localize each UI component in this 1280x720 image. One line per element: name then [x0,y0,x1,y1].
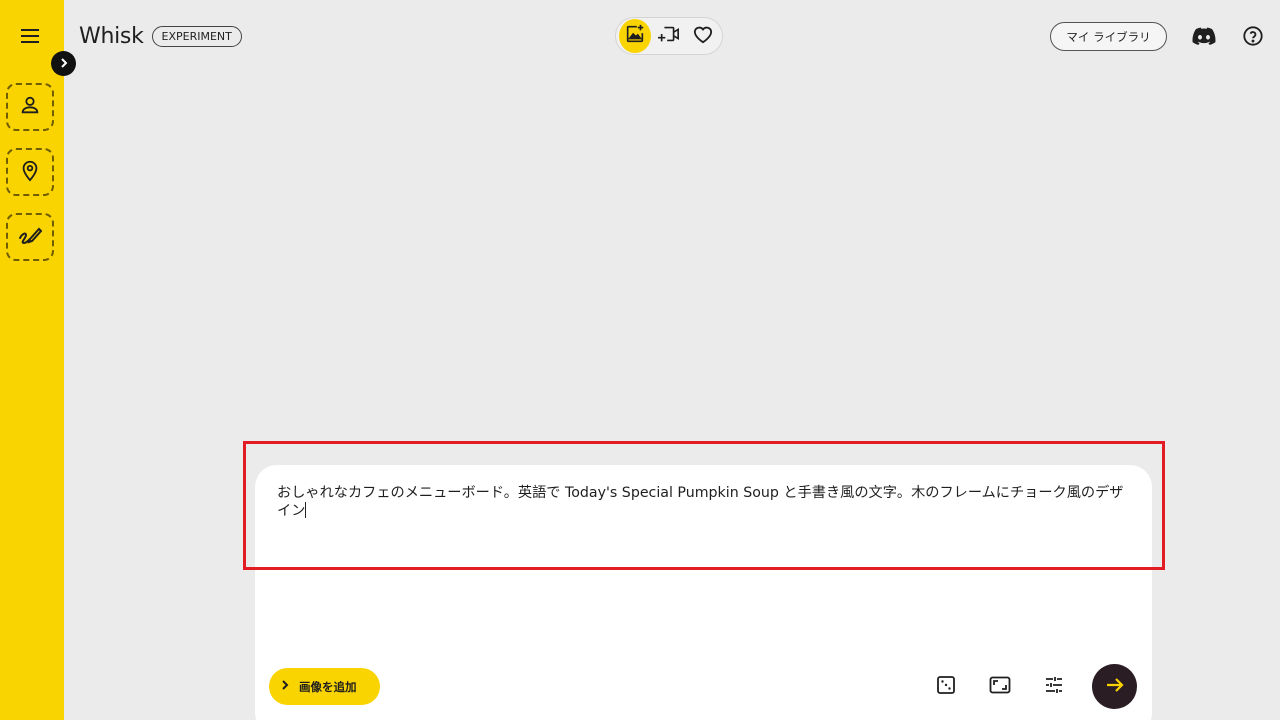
brush-stroke-icon [17,224,43,250]
text-caret [305,502,307,518]
video-sparkle-icon [657,23,681,49]
dice-icon [936,675,956,699]
send-button[interactable] [1092,664,1137,709]
subject-slot[interactable] [6,83,54,131]
discord-icon[interactable] [1190,22,1218,50]
prompt-panel: おしゃれなカフェのメニューボード。英語で Today's Special Pum… [255,465,1152,720]
add-image-button[interactable]: 画像を追加 [269,668,380,705]
image-mode-button[interactable] [619,19,651,53]
heart-icon [692,24,714,48]
arrow-right-icon [1105,676,1125,698]
randomize-button[interactable] [932,673,960,701]
prompt-input[interactable]: おしゃれなカフェのメニューボード。英語で Today's Special Pum… [277,485,1127,520]
hamburger-menu-icon[interactable] [14,20,46,52]
aspect-ratio-icon [989,676,1011,698]
style-slot[interactable] [6,213,54,261]
brand: Whisk EXPERIMENT [79,22,242,50]
chevron-right-icon [281,679,289,694]
sidebar [0,0,64,720]
prompt-value: おしゃれなカフェのメニューボード。英語で Today's Special Pum… [277,485,1124,519]
my-library-button[interactable]: マイ ライブラリ [1050,22,1167,51]
experiment-badge: EXPERIMENT [151,25,242,47]
expand-sidebar-button[interactable] [51,51,76,76]
chevron-right-icon [59,54,69,73]
image-sparkle-icon [624,23,646,49]
help-circle-icon[interactable] [1239,22,1267,50]
mode-switch [615,17,723,55]
add-image-label: 画像を追加 [299,679,357,694]
aspect-ratio-button[interactable] [986,673,1014,701]
sliders-icon [1044,675,1064,699]
video-mode-button[interactable] [653,19,685,53]
scene-slot[interactable] [6,148,54,196]
favorites-mode-button[interactable] [687,19,719,53]
person-icon [19,94,41,120]
location-pin-icon [19,158,41,186]
app-title: Whisk [79,23,144,49]
settings-button[interactable] [1040,673,1068,701]
